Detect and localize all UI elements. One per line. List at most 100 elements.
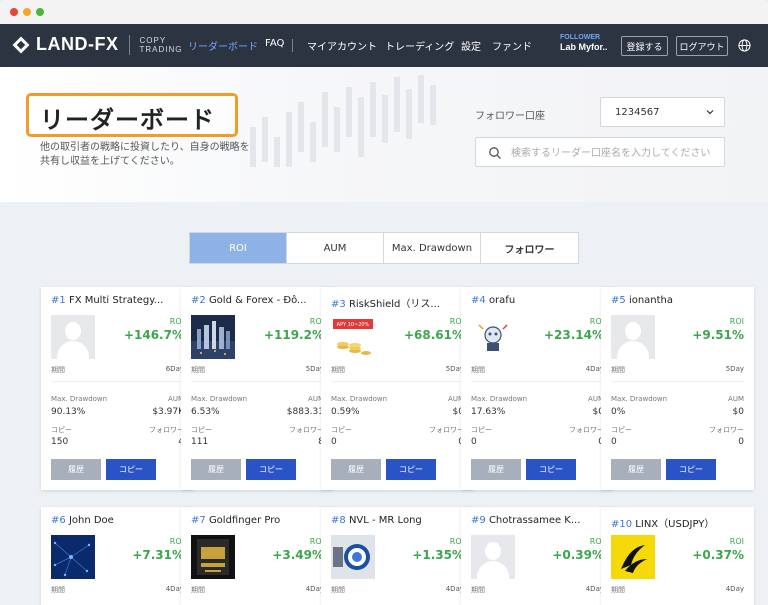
brand-logo[interactable]: LAND-FX COPY TRADING (12, 34, 183, 55)
copy-button[interactable]: コピー (246, 459, 296, 480)
leader-card-7[interactable]: #7 Goldfinger Pro ROI +3.49% 期間 4Day (181, 507, 334, 605)
leader-name[interactable]: #3 RiskShield（リス... (331, 295, 467, 310)
roi-value: +119.2% (263, 328, 324, 342)
copy-value: 0 (611, 437, 617, 447)
leader-card-10[interactable]: #10 LINX（USDJPY） ROI +0.37% 期間 4Day (601, 507, 754, 605)
roi-label: ROI (729, 317, 744, 326)
leader-card-6[interactable]: #6 John Doe ROI +7.31% 期間 4Day (41, 507, 194, 605)
leader-name[interactable]: #10 LINX（USDJPY） (611, 515, 747, 530)
roi-value: +0.39% (552, 548, 604, 562)
max-drawdown-label: Max. Drawdown (471, 395, 528, 403)
nav-leaderboard[interactable]: リーダーボード (188, 38, 258, 53)
copy-label: コピー (191, 426, 212, 434)
nav-fund[interactable]: ファンド (492, 38, 532, 53)
period-label: 期間 (611, 366, 625, 374)
copy-value: 0 (331, 437, 337, 447)
leader-name[interactable]: #2 Gold & Forex - Đô... (191, 295, 327, 306)
avatar: APY 10~20% (331, 315, 375, 359)
history-button[interactable]: 履歴 (611, 459, 661, 480)
roi-value: +68.61% (403, 328, 464, 342)
nav-trading[interactable]: トレーディング (385, 38, 454, 53)
period-label: 期間 (611, 586, 625, 594)
leader-card-9[interactable]: #9 Chotrassamee K... ROI +0.39% 期間 4Day (461, 507, 614, 605)
follower-name: Lab Myfor.. (560, 42, 608, 52)
register-button[interactable]: 登録する (621, 36, 668, 56)
leader-name[interactable]: #8 NVL - MR Long (331, 515, 467, 526)
copy-value: 111 (191, 437, 209, 447)
max-drawdown-value: 17.63% (471, 407, 506, 417)
leader-card-2[interactable]: #2 Gold & Forex - Đô... ROI +119.2% 期間 5… (181, 287, 334, 490)
history-button[interactable]: 履歴 (51, 459, 101, 480)
history-button[interactable]: 履歴 (191, 459, 241, 480)
top-navigation: LAND-FX COPY TRADING リーダーボード FAQ マイアカウント… (0, 24, 768, 67)
max-drawdown-label: Max. Drawdown (611, 395, 668, 403)
max-drawdown-label: Max. Drawdown (51, 395, 108, 403)
leader-name[interactable]: #9 Chotrassamee K... (471, 515, 607, 526)
roi-value: +3.49% (272, 548, 324, 562)
period-label: 期間 (51, 366, 65, 374)
copy-button[interactable]: コピー (106, 459, 156, 480)
follower-label: フォロワー (429, 426, 464, 434)
period-value: 4Day (725, 585, 744, 593)
tab-followers[interactable]: フォロワー (481, 233, 578, 263)
logo-subtitle: COPY TRADING (139, 35, 183, 54)
copy-label: コピー (51, 426, 72, 434)
maximize-window-icon[interactable] (36, 8, 44, 16)
svg-text:APY 10~20%: APY 10~20% (337, 322, 370, 328)
period-label: 期間 (471, 366, 485, 374)
follower-label: フォロワー (149, 426, 184, 434)
roi-value: +0.37% (692, 548, 744, 562)
copy-value: 150 (51, 437, 69, 447)
tab-roi[interactable]: ROI (190, 233, 287, 263)
period-label: 期間 (191, 586, 205, 594)
period-value: 5Day (725, 365, 744, 373)
follower-account[interactable]: FOLLOWER Lab Myfor.. (560, 34, 608, 52)
nav-settings[interactable]: 設定 (461, 38, 481, 53)
max-drawdown-label: Max. Drawdown (331, 395, 388, 403)
minimize-window-icon[interactable] (23, 8, 31, 16)
leader-name[interactable]: #7 Goldfinger Pro (191, 515, 327, 526)
copy-button[interactable]: コピー (666, 459, 716, 480)
max-drawdown-value: 0% (611, 407, 626, 417)
nav-my-account[interactable]: マイアカウント (307, 38, 377, 53)
period-label: 期間 (471, 586, 485, 594)
tab-aum[interactable]: AUM (287, 233, 384, 263)
close-window-icon[interactable] (10, 8, 18, 16)
period-label: 期間 (331, 366, 345, 374)
max-drawdown-label: Max. Drawdown (191, 395, 248, 403)
avatar (471, 315, 515, 359)
avatar (51, 315, 95, 359)
avatar (611, 535, 655, 579)
aum-value: $883.31 (286, 407, 324, 417)
leader-name[interactable]: #6 John Doe (51, 515, 187, 526)
history-button[interactable]: 履歴 (331, 459, 381, 480)
period-label: 期間 (331, 586, 345, 594)
search-input[interactable] (511, 144, 716, 162)
leader-name[interactable]: #5 ionantha (611, 295, 747, 306)
follower-label: フォロワー (569, 426, 604, 434)
copy-button[interactable]: コピー (386, 459, 436, 480)
logout-button[interactable]: ログアウト (676, 36, 728, 56)
search-icon (489, 147, 501, 159)
logo-diamond-icon (12, 36, 30, 54)
leader-card-4[interactable]: #4 orafu ROI +23.14% 期間 4Day Max. Drawdo… (461, 287, 614, 490)
copy-button[interactable]: コピー (526, 459, 576, 480)
leader-name[interactable]: #4 orafu (471, 295, 607, 306)
roi-value: +7.31% (132, 548, 184, 562)
page-title: リーダーボード (40, 106, 215, 134)
account-select[interactable]: 1234567 (600, 97, 725, 127)
leader-search[interactable] (475, 137, 725, 167)
tab-max-drawdown[interactable]: Max. Drawdown (384, 233, 481, 263)
globe-icon[interactable] (738, 39, 751, 52)
avatar (611, 315, 655, 359)
leader-card-5[interactable]: #5 ionantha ROI +9.51% 期間 5Day Max. Draw… (601, 287, 754, 490)
leader-card-1[interactable]: #1 FX Multi Strategy... ROI +146.7% 期間 6… (41, 287, 194, 490)
leader-card-8[interactable]: #8 NVL - MR Long ROI +1.35% 期間 4Day (321, 507, 474, 605)
page-description: 他の取引者の戦略に投資したり、自身の戦略を共有し収益を上げてください。 (40, 142, 250, 167)
roi-label: ROI (729, 537, 744, 546)
leader-name[interactable]: #1 FX Multi Strategy... (51, 295, 187, 306)
nav-faq[interactable]: FAQ (265, 38, 284, 49)
follower-label: フォロワー (289, 426, 324, 434)
history-button[interactable]: 履歴 (471, 459, 521, 480)
leader-card-3[interactable]: #3 RiskShield（リス... APY 10~20% ROI +68.6… (321, 287, 474, 490)
